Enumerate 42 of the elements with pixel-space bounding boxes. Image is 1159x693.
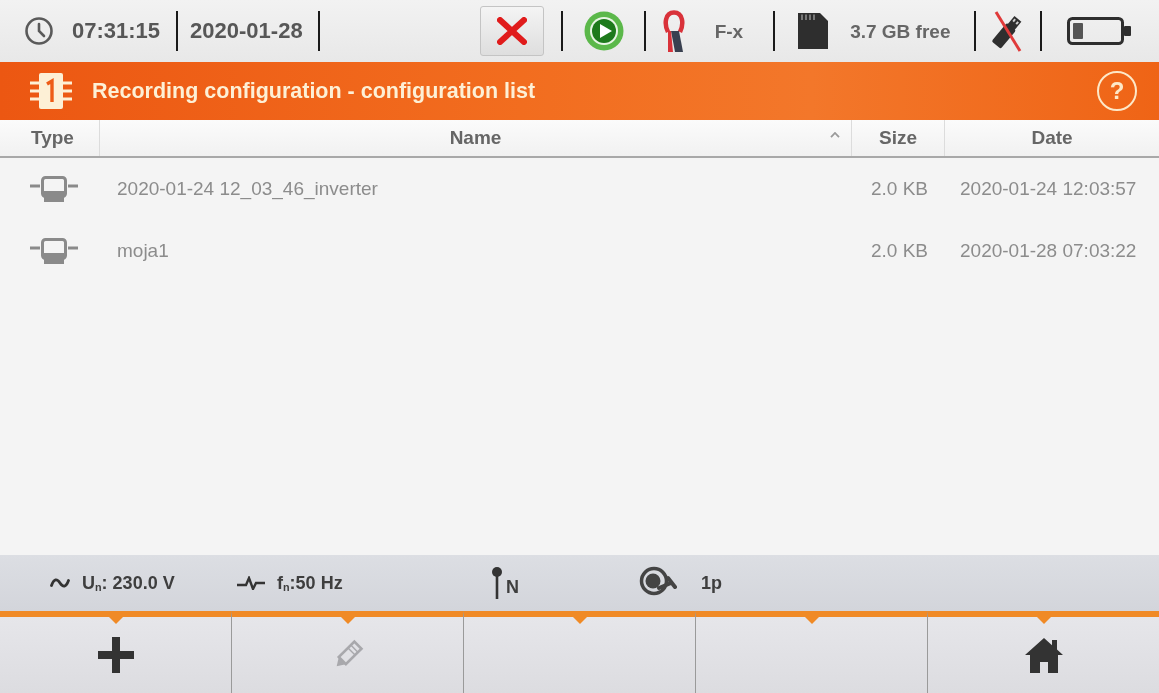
device-icon — [30, 238, 78, 264]
notch-icon — [340, 617, 355, 624]
file-name: 2020-01-24 12_03_46_inverter — [117, 176, 378, 202]
chip-icon — [30, 72, 72, 110]
free-space: 3.7 GB free — [850, 21, 951, 41]
pulse-wave-icon — [237, 576, 265, 590]
phase-system: 1p — [701, 571, 722, 595]
stop-button[interactable] — [479, 6, 544, 56]
sd-card-icon — [798, 13, 829, 49]
column-header[interactable]: Date — [1031, 123, 1073, 153]
clamp-type: F-x — [714, 21, 744, 41]
add-button[interactable] — [0, 611, 232, 693]
nominal-frequency: f$_{n}$:50 Hz — [277, 571, 343, 596]
column-header[interactable]: Size — [879, 123, 917, 153]
battery-icon — [1067, 17, 1132, 45]
plus-icon — [97, 637, 134, 673]
column-header[interactable]: Name — [449, 123, 502, 153]
file-size: 2.0 KB — [870, 238, 928, 263]
notch-icon — [108, 617, 123, 624]
sine-wave-icon — [50, 577, 70, 589]
file-size: 2.0 KB — [870, 176, 928, 201]
pin-icon — [492, 567, 502, 599]
neutral-label: N — [506, 575, 519, 599]
nominal-voltage: U$_{n}$: 230.0 V — [82, 571, 175, 596]
notch-icon — [572, 617, 587, 624]
current-date: 2020-01-28 — [190, 20, 303, 42]
screen-title: Recording configuration - configuration list — [92, 77, 536, 105]
file-date: 2020-01-28 07:03:22 — [960, 238, 1137, 263]
home-button[interactable] — [928, 611, 1159, 693]
close-icon — [496, 17, 527, 45]
clock-icon — [25, 17, 53, 45]
device-icon — [30, 176, 78, 202]
notch-icon — [1036, 617, 1051, 624]
help-button[interactable]: ? — [1097, 71, 1137, 111]
notch-icon — [804, 617, 819, 624]
home-icon — [1023, 637, 1064, 673]
clock-time: 07:31:15 — [72, 20, 161, 42]
play-icon — [583, 11, 624, 51]
file-name: moja1 — [117, 238, 169, 263]
column-header[interactable]: Type — [31, 123, 74, 153]
file-date: 2020-01-24 12:03:57 — [960, 176, 1137, 201]
clamp-icon — [662, 10, 685, 52]
